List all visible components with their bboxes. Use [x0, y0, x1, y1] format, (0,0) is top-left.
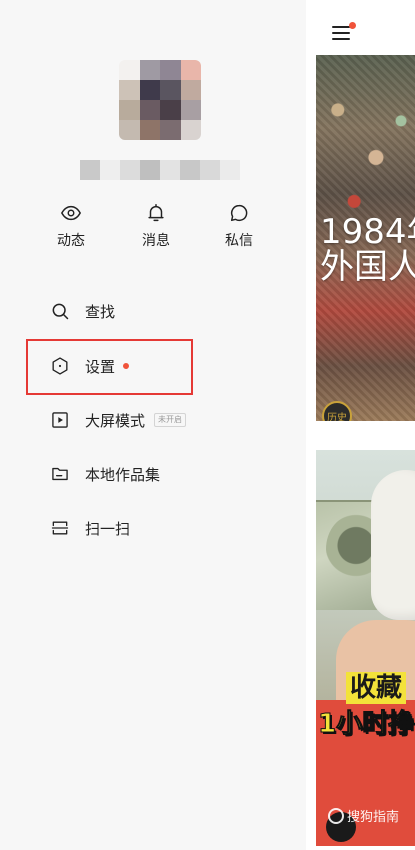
highlight-box [26, 339, 193, 395]
notification-dot [349, 22, 356, 29]
video-feed: 1984年 外国人拍 历史 收藏 1小时挣 搜狗指南 [306, 0, 415, 850]
video-overlay-text: 1984年 [320, 212, 415, 252]
search-icon [48, 299, 72, 323]
video-overlay-text: 外国人拍 [320, 247, 415, 287]
video-card[interactable]: 收藏 1小时挣 搜狗指南 [316, 450, 415, 846]
menu-item-label: 本地作品集 [85, 465, 161, 484]
quick-action-dynamic[interactable]: 动态 [46, 202, 96, 250]
folder-icon [48, 462, 72, 486]
quick-action-label: 动态 [57, 233, 85, 249]
quick-action-message[interactable]: 消息 [131, 202, 181, 250]
video-card[interactable]: 1984年 外国人拍 历史 [316, 55, 415, 421]
quick-action-label: 消息 [142, 233, 170, 249]
rabbit-figure [371, 470, 415, 620]
quick-action-label: 私信 [225, 233, 253, 249]
play-screen-icon [48, 408, 72, 432]
watermark: 搜狗指南 [328, 806, 399, 825]
status-badge: 未开启 [154, 413, 187, 427]
menu-button[interactable] [332, 22, 356, 42]
menu-item-label: 大屏模式 [85, 411, 146, 430]
menu-item-label: 扫一扫 [85, 519, 131, 538]
menu-item-search[interactable]: 查找 [48, 297, 115, 325]
chat-bubble-icon [214, 202, 264, 224]
menu-icon [332, 26, 350, 28]
avatar[interactable] [119, 60, 201, 140]
feed-header [306, 0, 415, 52]
watermark-icon [328, 807, 344, 824]
menu-item-scan[interactable]: 扫一扫 [48, 514, 130, 542]
quick-action-private-message[interactable]: 私信 [214, 202, 264, 250]
menu-item-label: 查找 [85, 302, 116, 321]
scan-icon [48, 516, 72, 540]
menu-item-big-screen-mode[interactable]: 大屏模式 未开启 [48, 406, 187, 434]
bell-icon [131, 202, 181, 224]
eye-icon [46, 202, 96, 224]
username-blurred [80, 160, 240, 180]
menu-item-local-works[interactable]: 本地作品集 [48, 460, 160, 488]
side-drawer: 动态 消息 私信 查找 设置 大屏模式 未开启 本地作品集 扫一扫 [0, 0, 306, 850]
video-overlay-text: 1小时挣 [317, 709, 415, 740]
video-overlay-text: 收藏 [346, 672, 407, 704]
